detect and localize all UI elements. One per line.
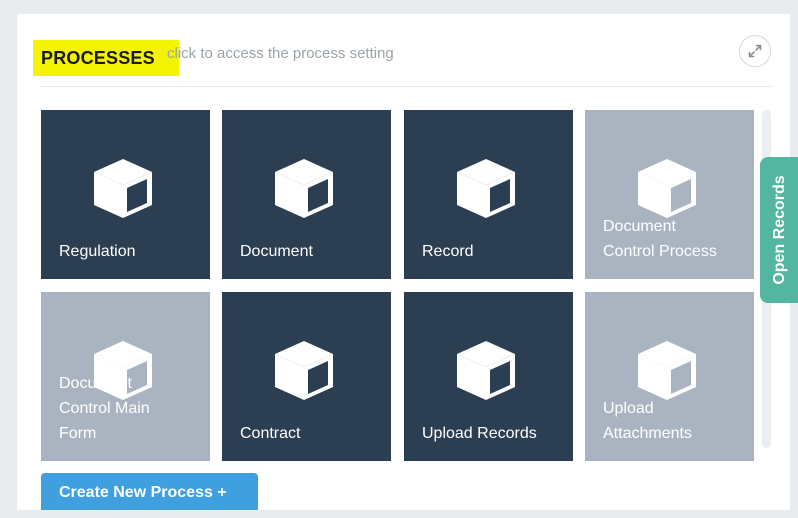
cube-icon	[275, 341, 333, 400]
process-tile-contract[interactable]: Contract	[222, 292, 391, 461]
tile-label: Upload Records	[422, 425, 537, 442]
tile-label: Document	[240, 243, 313, 260]
expand-arrows-icon	[748, 44, 762, 58]
tile-label: Regulation	[59, 243, 136, 260]
process-tile-upload-records[interactable]: Upload Records	[404, 292, 573, 461]
tile-label: Document Control Main Form	[59, 375, 150, 442]
open-records-tab[interactable]: Open Records	[760, 157, 798, 303]
process-tile-document-control-main-form[interactable]: Document Control Main Form	[41, 292, 210, 461]
create-new-process-button[interactable]: Create New Process +	[41, 473, 258, 510]
cube-icon	[457, 159, 515, 218]
expand-button[interactable]	[739, 35, 771, 67]
tile-label: Document Control Process	[603, 218, 717, 260]
tile-label: Upload Attachments	[603, 400, 692, 442]
process-tile-record[interactable]: Record	[404, 110, 573, 279]
panel-subtitle: click to access the process setting	[167, 45, 394, 62]
process-tile-regulation[interactable]: Regulation	[41, 110, 210, 279]
process-tile-document-control-process[interactable]: Document Control Process	[585, 110, 754, 279]
processes-panel: PROCESSES click to access the process se…	[17, 14, 790, 510]
cube-icon	[638, 159, 696, 218]
cube-icon	[457, 341, 515, 400]
cube-icon	[94, 159, 152, 218]
panel-title: PROCESSES	[33, 40, 179, 76]
process-tile-document[interactable]: Document	[222, 110, 391, 279]
open-records-label: Open Records	[771, 175, 788, 285]
process-tile-upload-attachments[interactable]: Upload Attachments	[585, 292, 754, 461]
cube-icon	[638, 341, 696, 400]
tile-label: Contract	[240, 425, 301, 442]
cube-icon	[275, 159, 333, 218]
tile-label: Record	[422, 243, 474, 260]
header-divider	[41, 86, 773, 87]
